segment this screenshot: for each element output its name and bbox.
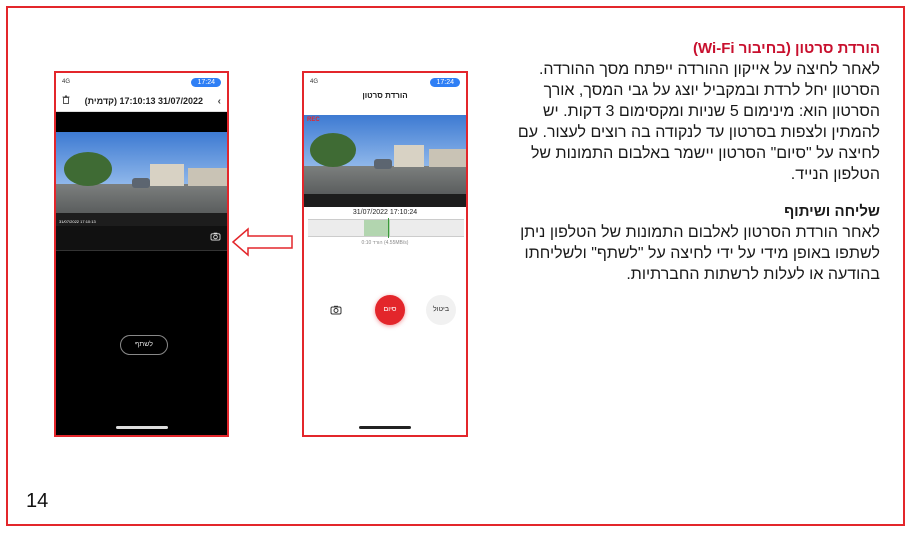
timeline-selection [364, 220, 390, 236]
download-screen-phone: 4G 17:24 הורדת סרטון REC 31/07/2022 17:1… [302, 71, 468, 437]
video-title: (קדמית) 31/07/2022 17:10:13 [84, 96, 204, 106]
video-preview: REC [304, 115, 466, 207]
control-row: סיום ביטול [304, 295, 466, 327]
status-bar: 4G 17:24 [56, 73, 227, 91]
camera-icon[interactable] [330, 305, 342, 318]
share-section-body: לאחר הורדת הסרטון לאלבום התמונות של הטלפ… [520, 224, 880, 283]
camera-icon[interactable] [210, 232, 221, 243]
timeline-cursor[interactable] [388, 218, 389, 238]
download-section-title: הורדת סרטון (בחיבור Wi-Fi) [693, 40, 880, 57]
text-column: הורדת סרטון (בחיבור Wi-Fi) לאחר לחיצה על… [500, 40, 880, 285]
home-indicator [115, 426, 168, 429]
trash-icon[interactable] [62, 95, 70, 107]
video-timestamp: 31/07/2022 17:10:24 [352, 209, 418, 216]
download-section-body: לאחר לחיצה על אייקון ההורדה ייפתח מסך הה… [517, 61, 880, 183]
time-pill: 17:24 [430, 77, 460, 87]
share-screen-header: (קדמית) 31/07/2022 17:10:13 ‹ [56, 91, 227, 112]
share-button[interactable]: לשתף [120, 335, 168, 355]
share-section-title: שליחה ושיתוף [784, 203, 880, 220]
video-overlay-timestamp: 31/07/2022 17:10:13 [59, 219, 96, 224]
video-frame: 31/07/2022 17:10:13 [56, 132, 227, 226]
download-screen-title: הורדת סרטון [362, 91, 408, 100]
signal-indicator: 4G [310, 79, 319, 85]
video-timeline[interactable] [308, 218, 464, 238]
signal-indicator: 4G [62, 79, 71, 85]
share-screen-phone: 4G 17:24 (קדמית) 31/07/2022 17:10:13 ‹ 3… [54, 71, 229, 437]
status-bar: 4G 17:24 [304, 73, 466, 91]
home-indicator [359, 426, 411, 429]
rec-label: REC [307, 117, 320, 123]
arrow-left-icon [232, 227, 293, 257]
page-number: 14 [26, 490, 49, 512]
download-progress-info: (4.55MB/s) הורד 0:10 [361, 240, 409, 246]
media-toolbar [56, 226, 227, 251]
time-pill: 17:24 [191, 77, 221, 87]
end-button[interactable]: סיום [375, 295, 405, 325]
cancel-button[interactable]: ביטול [426, 295, 456, 325]
chevron-left-icon[interactable]: ‹ [218, 96, 221, 107]
